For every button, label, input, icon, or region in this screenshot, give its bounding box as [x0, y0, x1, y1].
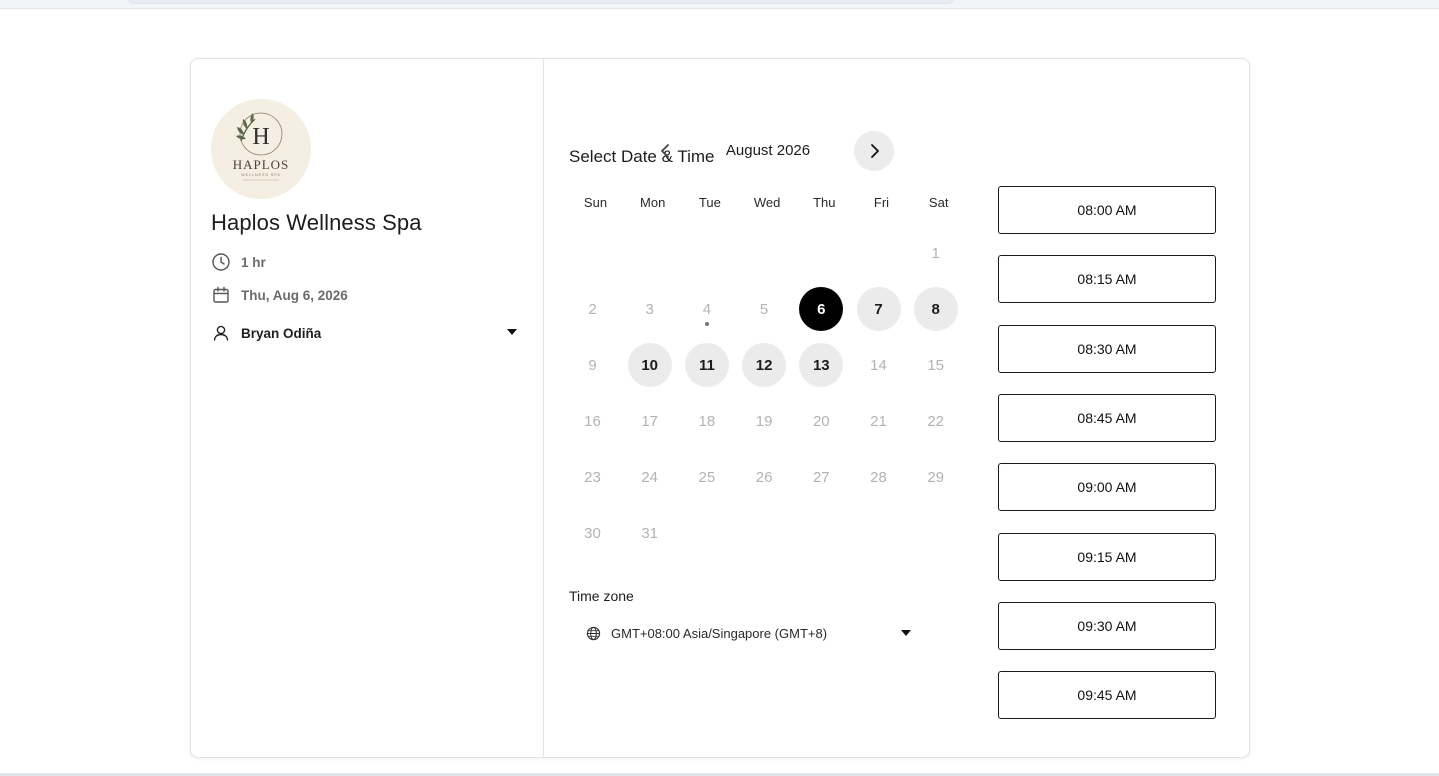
calendar-day: 16 [584, 412, 601, 430]
user-icon [211, 323, 231, 343]
timezone-value: GMT+08:00 Asia/Singapore (GMT+8) [611, 625, 828, 641]
calendar-day: 20 [812, 412, 830, 430]
weekday-header: Sun Mon Tue Wed Thu Fri Sat [567, 195, 967, 215]
date-row: Thu, Aug 6, 2026 [211, 285, 348, 305]
calendar-day: 29 [927, 468, 945, 486]
calendar-day: 14 [870, 356, 887, 374]
month-label: August 2026 [725, 142, 811, 159]
chevron-left-icon [661, 144, 669, 158]
calendar-day: 5 [759, 300, 769, 318]
browser-chrome-top [0, 0, 1439, 9]
staff-dropdown[interactable]: Bryan Odiña [211, 322, 521, 344]
calendar-day: 27 [812, 468, 830, 486]
weekday-label: Sat [928, 195, 949, 210]
time-slot-button[interactable]: 08:45 AM [998, 393, 1216, 442]
business-logo: H HAPLOS WELLNESS SPA [211, 99, 311, 199]
calendar-day: 25 [698, 468, 716, 486]
timezone-dropdown[interactable]: GMT+08:00 Asia/Singapore (GMT+8) [585, 622, 915, 644]
caret-down-icon [507, 329, 517, 335]
calendar-day: 22 [927, 412, 945, 430]
svg-text:H: H [252, 124, 269, 150]
next-month-button[interactable] [854, 131, 894, 171]
calendar-day: 9 [588, 356, 597, 374]
svg-text:WELLNESS SPA: WELLNESS SPA [241, 173, 281, 177]
duration-row: 1 hr [211, 252, 266, 272]
weekday-label: Fri [873, 195, 890, 210]
chevron-right-icon [871, 144, 879, 158]
duration-text: 1 hr [241, 254, 266, 270]
time-slot-button[interactable]: 09:00 AM [998, 463, 1216, 512]
time-slot-button[interactable]: 08:15 AM [998, 255, 1216, 304]
calendar-day: 26 [755, 468, 773, 486]
time-slot-button[interactable]: 09:15 AM [998, 532, 1216, 581]
address-bar[interactable] [128, 0, 954, 4]
calendar-day[interactable]: 11 [684, 343, 729, 387]
calendar-day: 3 [645, 300, 654, 318]
calendar-day: 1 [931, 244, 940, 262]
calendar-day: 23 [584, 468, 601, 486]
calendar-icon [211, 285, 231, 305]
svg-text:HAPLOS: HAPLOS [233, 157, 290, 172]
time-slot-button[interactable]: 09:30 AM [998, 601, 1216, 650]
selected-date-text: Thu, Aug 6, 2026 [241, 287, 348, 303]
booking-card: H HAPLOS WELLNESS SPA Haplos Wellness Sp… [190, 58, 1250, 758]
today-indicator [704, 322, 709, 326]
calendar-day: 19 [755, 412, 773, 430]
weekday-label: Thu [813, 195, 836, 210]
weekday-label: Sun [583, 195, 608, 210]
business-info-panel: H HAPLOS WELLNESS SPA Haplos Wellness Sp… [191, 59, 544, 757]
business-name: Haplos Wellness Spa [211, 210, 422, 235]
calendar-day[interactable]: 12 [742, 343, 787, 387]
weekday-label: Mon [640, 195, 666, 210]
calendar-day[interactable]: 10 [627, 343, 672, 387]
calendar-day: 28 [870, 468, 887, 486]
weekday-label: Tue [698, 195, 721, 210]
month-navigation: August 2026 [646, 131, 896, 173]
staff-name: Bryan Odiña [241, 325, 322, 341]
calendar-day[interactable]: 6 [799, 287, 844, 331]
time-slot-button[interactable]: 08:30 AM [998, 324, 1216, 373]
prev-month-button[interactable] [646, 131, 686, 171]
calendar-day: 18 [698, 412, 716, 430]
globe-icon [585, 625, 601, 641]
time-slot-button[interactable]: 09:45 AM [998, 671, 1216, 720]
calendar-day: 15 [927, 356, 945, 374]
timezone-label: Time zone [569, 588, 634, 604]
time-slot-button[interactable]: 08:00 AM [998, 186, 1216, 234]
calendar-day: 30 [584, 524, 601, 542]
clock-icon [211, 252, 231, 272]
calendar-day[interactable]: 13 [799, 343, 844, 387]
calendar-day[interactable]: 7 [856, 287, 901, 331]
calendar-day: 31 [641, 524, 659, 542]
calendar-day: 17 [641, 412, 659, 430]
calendar-day: 2 [588, 300, 597, 318]
weekday-label: Wed [753, 195, 781, 210]
calendar-day[interactable]: 8 [913, 287, 958, 331]
calendar-day: 21 [870, 412, 887, 430]
caret-down-icon [901, 630, 911, 636]
haplos-logo-icon: H HAPLOS WELLNESS SPA [211, 99, 311, 199]
calendar-day: 24 [641, 468, 659, 486]
